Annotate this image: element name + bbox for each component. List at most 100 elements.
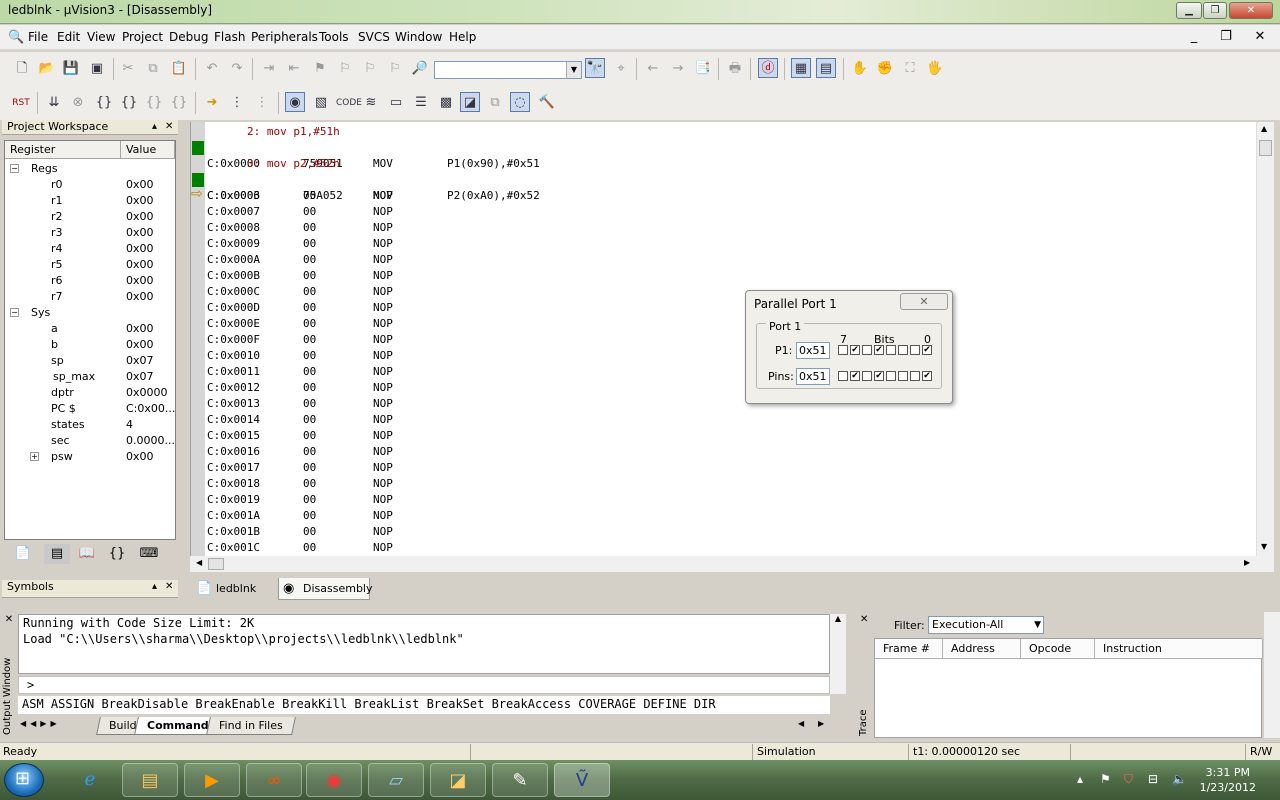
asm-line[interactable]: C:0x001C 00 NOP [207, 540, 807, 556]
sys-name[interactable]: b [51, 338, 58, 351]
scroll-left-icon[interactable]: ◀ [196, 558, 202, 567]
sys-value[interactable]: 0x00 [126, 450, 154, 463]
reg-value[interactable]: 0x00 [126, 226, 154, 239]
matlab-icon[interactable]: ◪ [430, 763, 486, 797]
menu-svcs[interactable]: SVCS [358, 30, 390, 44]
source-line[interactable]: 2: mov p1,#51h [247, 124, 340, 140]
asm-line[interactable]: C:0x000A 00 NOP [207, 252, 807, 268]
sys-name[interactable]: sec [51, 434, 70, 447]
save-all-icon[interactable]: ▣ [87, 59, 107, 79]
tab-disassembly[interactable]: ◉ Disassembly [278, 578, 373, 600]
disassembly-view[interactable]: ⇨ 2: mov p1,#51h C:0x0000 759051 MOV P1(0x9… [190, 122, 1274, 556]
scroll-thumb[interactable] [1259, 140, 1272, 156]
p1-bit-3-checkbox[interactable] [886, 345, 896, 355]
sys-value[interactable]: 0x00 [126, 322, 154, 335]
asm-line[interactable]: C:0x0006 00 NOP [207, 188, 807, 204]
scroll-down-icon[interactable]: ▼ [1261, 542, 1267, 551]
p1-bit-0-checkbox[interactable]: ✔ [922, 345, 932, 355]
asm-line[interactable]: C:0x0012 00 NOP [207, 380, 807, 396]
templates-tab-icon[interactable]: ⌨ [136, 544, 162, 564]
output-window-icon[interactable]: ▤ [816, 58, 836, 78]
asm-line[interactable]: C:0x001A 00 NOP [207, 508, 807, 524]
new-file-icon[interactable]: 🗋 [12, 59, 32, 79]
workspace-window-icon[interactable]: ▦ [791, 58, 811, 78]
stop-icon[interactable]: ⊗ [68, 93, 88, 113]
p1-bit-5-checkbox[interactable] [862, 345, 872, 355]
pins-bit-3-checkbox[interactable] [886, 371, 896, 381]
build-tool-icon[interactable]: 🔨 [537, 93, 557, 113]
pins-bit-4-checkbox[interactable]: ✔ [874, 371, 884, 381]
pins-bit-6-checkbox[interactable]: ✔ [850, 371, 860, 381]
step-into-icon[interactable]: {} [94, 93, 114, 113]
reg-name[interactable]: r6 [51, 274, 63, 287]
internet-explorer-icon[interactable]: ℯ [62, 763, 118, 797]
asm-line[interactable]: C:0x0018 00 NOP [207, 476, 807, 492]
run-to-cursor-icon[interactable]: {} [169, 93, 189, 113]
regs-tab-icon[interactable]: ▤ [44, 544, 70, 564]
collapse-regs-icon[interactable]: − [10, 164, 19, 173]
run-icon[interactable]: ⇊ [44, 93, 64, 113]
close-icon[interactable]: ✕ [165, 580, 173, 594]
menu-file[interactable]: File [28, 30, 48, 44]
pin-icon[interactable]: ▴ [152, 120, 157, 134]
volume-icon[interactable]: 🔈 [1172, 772, 1187, 786]
minimize-button[interactable]: ▁ [1176, 2, 1202, 19]
reg-name[interactable]: r3 [51, 226, 63, 239]
asm-line[interactable]: C:0x0014 00 NOP [207, 412, 807, 428]
col-value[interactable]: Value [121, 141, 175, 159]
reg-name[interactable]: r5 [51, 258, 63, 271]
scroll-up-icon[interactable]: ▲ [1261, 124, 1267, 133]
menu-debug[interactable]: Debug [169, 30, 208, 44]
maximize-button[interactable]: ❐ [1203, 2, 1227, 19]
sys-value[interactable]: C:0x00... [126, 402, 175, 415]
clock[interactable]: 3:31 PM 1/23/2012 [1200, 765, 1256, 795]
scroll-right-icon[interactable]: ▶ [818, 719, 824, 728]
menu-flash[interactable]: Flash [214, 30, 245, 44]
reg-name[interactable]: r1 [51, 194, 63, 207]
paste-icon[interactable]: 📋 [169, 59, 189, 79]
reg-value[interactable]: 0x00 [126, 258, 154, 271]
tool-icon[interactable]: ⛶ [900, 59, 920, 79]
asm-line[interactable]: C:0x0010 00 NOP [207, 348, 807, 364]
trace-vscroll[interactable] [1264, 612, 1280, 738]
asm-line[interactable]: C:0x000C 00 NOP [207, 284, 807, 300]
reg-value[interactable]: 0x00 [126, 210, 154, 223]
tab-ledblnk[interactable]: 📄 ledblnk [192, 578, 278, 600]
bookmark-next-icon[interactable]: ⚐ [360, 59, 380, 79]
indent-icon[interactable]: ⇥ [259, 59, 279, 79]
sys-value[interactable]: 4 [126, 418, 133, 431]
p1-bit-7-checkbox[interactable] [838, 345, 848, 355]
p1-bit-4-checkbox[interactable]: ✔ [874, 345, 884, 355]
find-in-files-icon[interactable]: 🔎 [410, 59, 430, 79]
mdi-restore-button[interactable]: ❐ [1214, 28, 1238, 46]
flag-icon[interactable]: ⚑ [1100, 772, 1111, 786]
app-icon[interactable]: ▱ [368, 763, 424, 797]
pins-bit-5-checkbox[interactable] [862, 371, 872, 381]
close-icon[interactable]: ✕ [2, 614, 16, 626]
performance-analyzer-icon[interactable]: ≋ [361, 93, 381, 113]
cut-icon[interactable]: ✂ [118, 59, 138, 79]
files-tab-icon[interactable]: 📄 [10, 544, 36, 564]
open-file-icon[interactable]: 📂 [37, 59, 57, 79]
scroll-right-icon[interactable]: ▶ [1244, 558, 1250, 567]
serial-window-icon[interactable]: ☰ [411, 93, 431, 113]
symbols-window-icon[interactable]: ◌ [510, 92, 530, 112]
col-address[interactable]: Address [943, 639, 1021, 659]
sys-name[interactable]: states [51, 418, 85, 431]
memory-window-icon[interactable]: ▭ [386, 93, 406, 113]
pins-bit-0-checkbox[interactable]: ✔ [922, 371, 932, 381]
col-instruction[interactable]: Instruction [1095, 639, 1263, 659]
copy-icon[interactable]: ⧉ [143, 59, 163, 79]
close-button[interactable]: ✕ [1229, 2, 1273, 19]
mdi-minimize-button[interactable]: _ [1182, 28, 1206, 46]
reg-value[interactable]: 0x00 [126, 178, 154, 191]
shield-icon[interactable]: ⛉ [1124, 772, 1133, 787]
pins-bit-1-checkbox[interactable] [910, 371, 920, 381]
asm-line[interactable]: C:0x000F 00 NOP [207, 332, 807, 348]
asm-line[interactable]: C:0x0007 00 NOP [207, 204, 807, 220]
disassembly-window-icon[interactable]: ◉ [285, 92, 305, 112]
pins-value-field[interactable]: 0x51 [796, 368, 830, 385]
sys-name[interactable]: a [51, 322, 58, 335]
menu-edit[interactable]: Edit [57, 30, 80, 44]
show-next-statement-icon[interactable]: ➜ [202, 93, 222, 113]
